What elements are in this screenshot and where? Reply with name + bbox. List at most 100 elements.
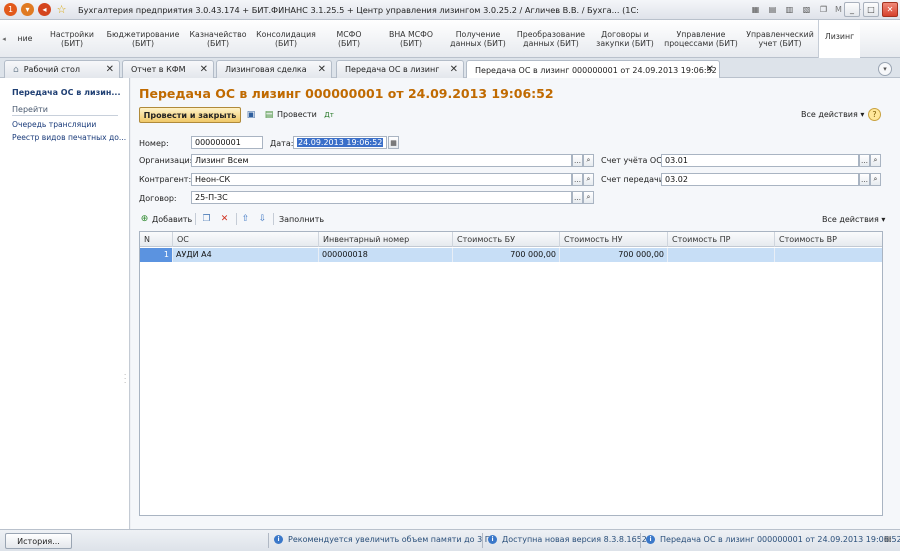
status-message-memory[interactable]: i Рекомендуется увеличить объем памяти до…	[274, 535, 497, 544]
calendar-icon[interactable]: ▦	[388, 136, 399, 149]
memory-m-button[interactable]: M	[833, 5, 844, 14]
date-field[interactable]: 24.09.2013 19:06:52	[293, 136, 387, 149]
organization-field[interactable]: Лизинг Всем	[191, 154, 572, 167]
section-processes[interactable]: Управление процессами (БИТ)	[660, 30, 742, 48]
back-icon[interactable]: ◂	[38, 3, 51, 16]
cell-os[interactable]: АУДИ А4	[173, 248, 319, 262]
copy-icon[interactable]: ❐	[816, 2, 831, 17]
tab-os-transfer-doc[interactable]: Передача ОС в лизинг 000000001 от 24.09.…	[466, 60, 720, 79]
sections-scroll-left-icon[interactable]: ◂	[0, 20, 8, 58]
os-account-search-icon[interactable]: ⌕	[870, 154, 881, 167]
column-cost-pr[interactable]: Стоимость ПР	[668, 232, 775, 247]
section-data-import[interactable]: Получение данных (БИТ)	[444, 30, 512, 48]
os-table[interactable]: N ОС Инвентарный номер Стоимость БУ Стои…	[139, 231, 883, 516]
tab-kfm-report[interactable]: Отчет в КФМ ✕	[122, 60, 214, 78]
contract-search-icon[interactable]: ⌕	[583, 191, 594, 204]
post-icon[interactable]: ▤	[263, 109, 275, 121]
section-noncurrent-ifrs[interactable]: ВНА МСФО (БИТ)	[378, 30, 444, 48]
status-bar-menu-icon[interactable]: ▤	[884, 534, 892, 543]
section-item[interactable]: ние	[8, 34, 42, 43]
minimize-button[interactable]: _	[844, 2, 860, 17]
tab-desktop[interactable]: ⌂ Рабочий стол ✕	[4, 60, 120, 78]
separator	[268, 533, 269, 548]
move-down-button[interactable]: ⇩	[257, 212, 268, 226]
cell-cost-nu[interactable]: 700 000,00	[560, 248, 668, 262]
fill-button[interactable]: Заполнить	[279, 212, 324, 226]
os-account-field[interactable]: 03.01	[661, 154, 859, 167]
status-message-document[interactable]: i Передача ОС в лизинг 000000001 от 24.09…	[646, 535, 900, 544]
accounting-entries-icon[interactable]: Дт	[323, 109, 335, 121]
calendar-icon[interactable]: ▥	[782, 2, 797, 17]
transfer-account-select-button[interactable]: …	[859, 173, 870, 186]
history-button[interactable]: История...	[5, 533, 72, 549]
column-inventory-number[interactable]: Инвентарный номер	[319, 232, 453, 247]
section-ifrs[interactable]: МСФО (БИТ)	[320, 30, 378, 48]
column-cost-bu[interactable]: Стоимость БУ	[453, 232, 560, 247]
contract-field[interactable]: 25-П-ЗС	[191, 191, 572, 204]
counterparty-search-icon[interactable]: ⌕	[583, 173, 594, 186]
cell-inventory-number[interactable]: 000000018	[319, 248, 453, 262]
section-settings[interactable]: Настройки (БИТ)	[42, 30, 102, 48]
column-n[interactable]: N	[140, 232, 173, 247]
calculator-icon[interactable]: ▧	[799, 2, 814, 17]
section-treasury[interactable]: Казначейство (БИТ)	[184, 30, 252, 48]
close-icon[interactable]: ✕	[450, 64, 458, 75]
section-contracts[interactable]: Договоры и закупки (БИТ)	[590, 30, 660, 48]
os-account-select-button[interactable]: …	[859, 154, 870, 167]
organization-select-button[interactable]: …	[572, 154, 583, 167]
column-cost-vr[interactable]: Стоимость ВР	[775, 232, 882, 247]
cell-cost-pr[interactable]	[668, 248, 775, 262]
nav-panel-title[interactable]: Передача ОС в лизин...	[12, 88, 126, 97]
post-button[interactable]: Провести	[277, 110, 317, 119]
status-message-new-version[interactable]: i Доступна новая версия 8.3.8.1652.	[488, 535, 649, 544]
transfer-account-search-icon[interactable]: ⌕	[870, 173, 881, 186]
cell-cost-bu[interactable]: 700 000,00	[453, 248, 560, 262]
print-icon[interactable]: ▤	[765, 2, 780, 17]
table-row[interactable]: 1 АУДИ А4 000000018 700 000,00 700 000,0…	[140, 248, 882, 262]
favorites-star-icon[interactable]: ☆	[55, 3, 68, 16]
counterparty-select-button[interactable]: …	[572, 173, 583, 186]
arrow-down-icon: ⇩	[258, 214, 267, 224]
copy-row-button[interactable]: ❐	[201, 212, 212, 226]
close-icon[interactable]: ✕	[106, 64, 114, 75]
section-management-accounting[interactable]: Управленческий учет (БИТ)	[742, 30, 818, 48]
transfer-account-field[interactable]: 03.02	[661, 173, 859, 186]
main-menu-icon[interactable]: ▾	[21, 3, 34, 16]
help-icon[interactable]: ?	[868, 108, 881, 121]
tab-leasing-deal[interactable]: Лизинговая сделка ✕	[216, 60, 332, 78]
app-logo-icon[interactable]: 1	[4, 3, 17, 16]
section-budgeting[interactable]: Бюджетирование (БИТ)	[102, 30, 184, 48]
delete-row-button[interactable]: ✕	[219, 212, 230, 226]
tabs-menu-chevron-down-icon[interactable]: ▾	[878, 62, 892, 76]
copy-row-icon: ❐	[202, 214, 211, 224]
number-field[interactable]: 000000001	[191, 136, 263, 149]
close-icon[interactable]: ✕	[318, 64, 326, 75]
cell-n[interactable]: 1	[140, 248, 173, 262]
close-window-button[interactable]: ✕	[882, 2, 898, 17]
navigation-panel: Передача ОС в лизин... Перейти Очередь т…	[0, 78, 130, 529]
counterparty-field[interactable]: Неон-СК	[191, 173, 572, 186]
contract-select-button[interactable]: …	[572, 191, 583, 204]
close-icon[interactable]: ✕	[200, 64, 208, 75]
maximize-button[interactable]: □	[863, 2, 879, 17]
column-cost-nu[interactable]: Стоимость НУ	[560, 232, 668, 247]
section-leasing[interactable]: Лизинг	[818, 19, 860, 58]
column-os[interactable]: ОС	[173, 232, 319, 247]
all-actions-menu[interactable]: Все действия ▾	[801, 110, 864, 119]
save-icon[interactable]: ▣	[245, 109, 257, 121]
organization-open-search-icon[interactable]: ⌕	[583, 154, 594, 167]
cell-cost-vr[interactable]	[775, 248, 882, 262]
table-all-actions-menu[interactable]: Все действия ▾	[822, 212, 885, 226]
nav-link-translation-queue[interactable]: Очередь трансляции	[12, 120, 126, 129]
save-icon[interactable]: ▦	[748, 2, 763, 17]
post-and-close-button[interactable]: Провести и закрыть	[139, 107, 241, 123]
move-up-button[interactable]: ⇧	[240, 212, 251, 226]
section-data-transform[interactable]: Преобразование данных (БИТ)	[512, 30, 590, 48]
section-consolidation[interactable]: Консолидация (БИТ)	[252, 30, 320, 48]
nav-link-print-forms[interactable]: Реестр видов печатных до...	[12, 133, 126, 142]
panel-splitter[interactable]: · · ·	[124, 372, 126, 387]
tab-os-transfer-list[interactable]: Передача ОС в лизинг ✕	[336, 60, 464, 78]
close-icon[interactable]: ✕	[706, 64, 714, 75]
nav-section-goto: Перейти	[12, 105, 118, 116]
add-row-button[interactable]: ⊕ Добавить	[139, 212, 193, 226]
